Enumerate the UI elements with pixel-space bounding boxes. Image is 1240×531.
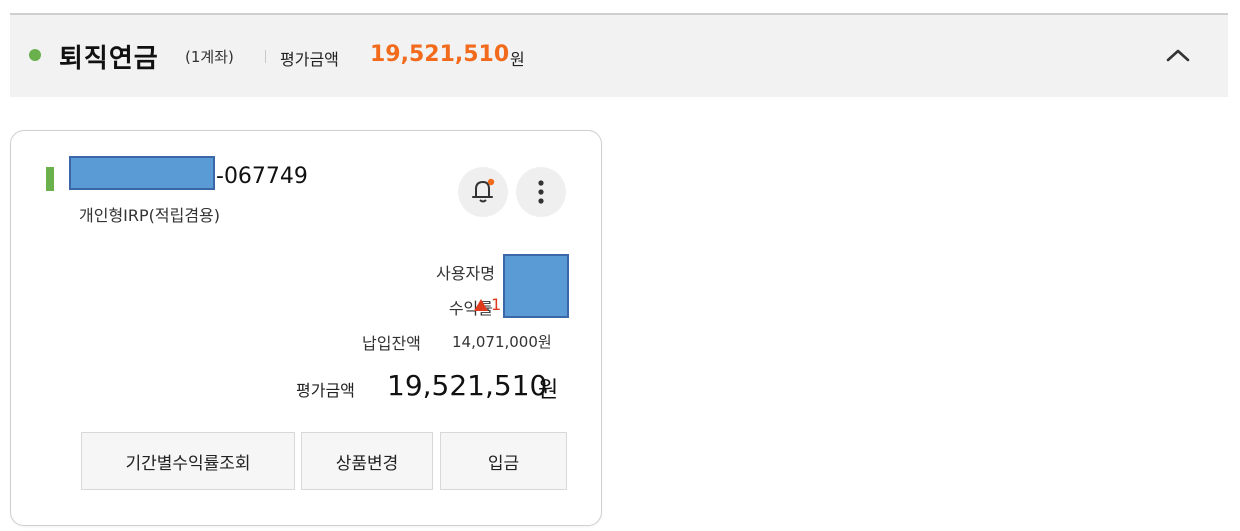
total-eval-label: 평가금액	[296, 381, 355, 400]
collapse-chevron-up-icon[interactable]	[1165, 43, 1191, 69]
yield-value: 1	[491, 295, 502, 314]
account-count: (1계좌)	[185, 48, 234, 66]
period-yield-inquiry-button[interactable]: 기간별수익률조회	[81, 432, 295, 490]
more-vertical-icon	[538, 180, 544, 204]
paid-balance-value: 14,071,000원	[452, 333, 552, 351]
masked-user-alias-and-yield	[503, 254, 569, 318]
change-product-button[interactable]: 상품변경	[301, 432, 433, 490]
total-eval-unit: 원	[538, 378, 559, 403]
more-options-button[interactable]	[516, 167, 566, 217]
account-type: 개인형IRP(적립겸용)	[79, 206, 221, 225]
user-alias-label: 사용자명	[436, 264, 495, 283]
paid-balance-label: 납입잔액	[362, 334, 421, 353]
account-color-marker	[46, 167, 54, 191]
account-card: -067749 개인형IRP(적립겸용) 사용자명 수익률 1 납입잔액 14,…	[10, 130, 602, 526]
status-dot-icon	[29, 49, 41, 61]
retirement-pension-header: 퇴직연금 (1계좌) 평가금액 19,521,510 원	[10, 15, 1228, 97]
up-triangle-icon	[474, 299, 488, 311]
header-eval-unit: 원	[510, 50, 525, 69]
divider	[265, 50, 266, 63]
bell-icon	[472, 178, 495, 203]
account-number: -067749	[216, 164, 308, 189]
header-eval-value: 19,521,510	[370, 42, 510, 67]
section-title: 퇴직연금	[59, 44, 159, 74]
deposit-button[interactable]: 입금	[440, 432, 567, 490]
total-eval-value: 19,521,510	[387, 369, 548, 402]
masked-account-prefix	[69, 156, 215, 190]
notification-button[interactable]	[458, 167, 508, 217]
header-eval-label: 평가금액	[280, 50, 339, 69]
